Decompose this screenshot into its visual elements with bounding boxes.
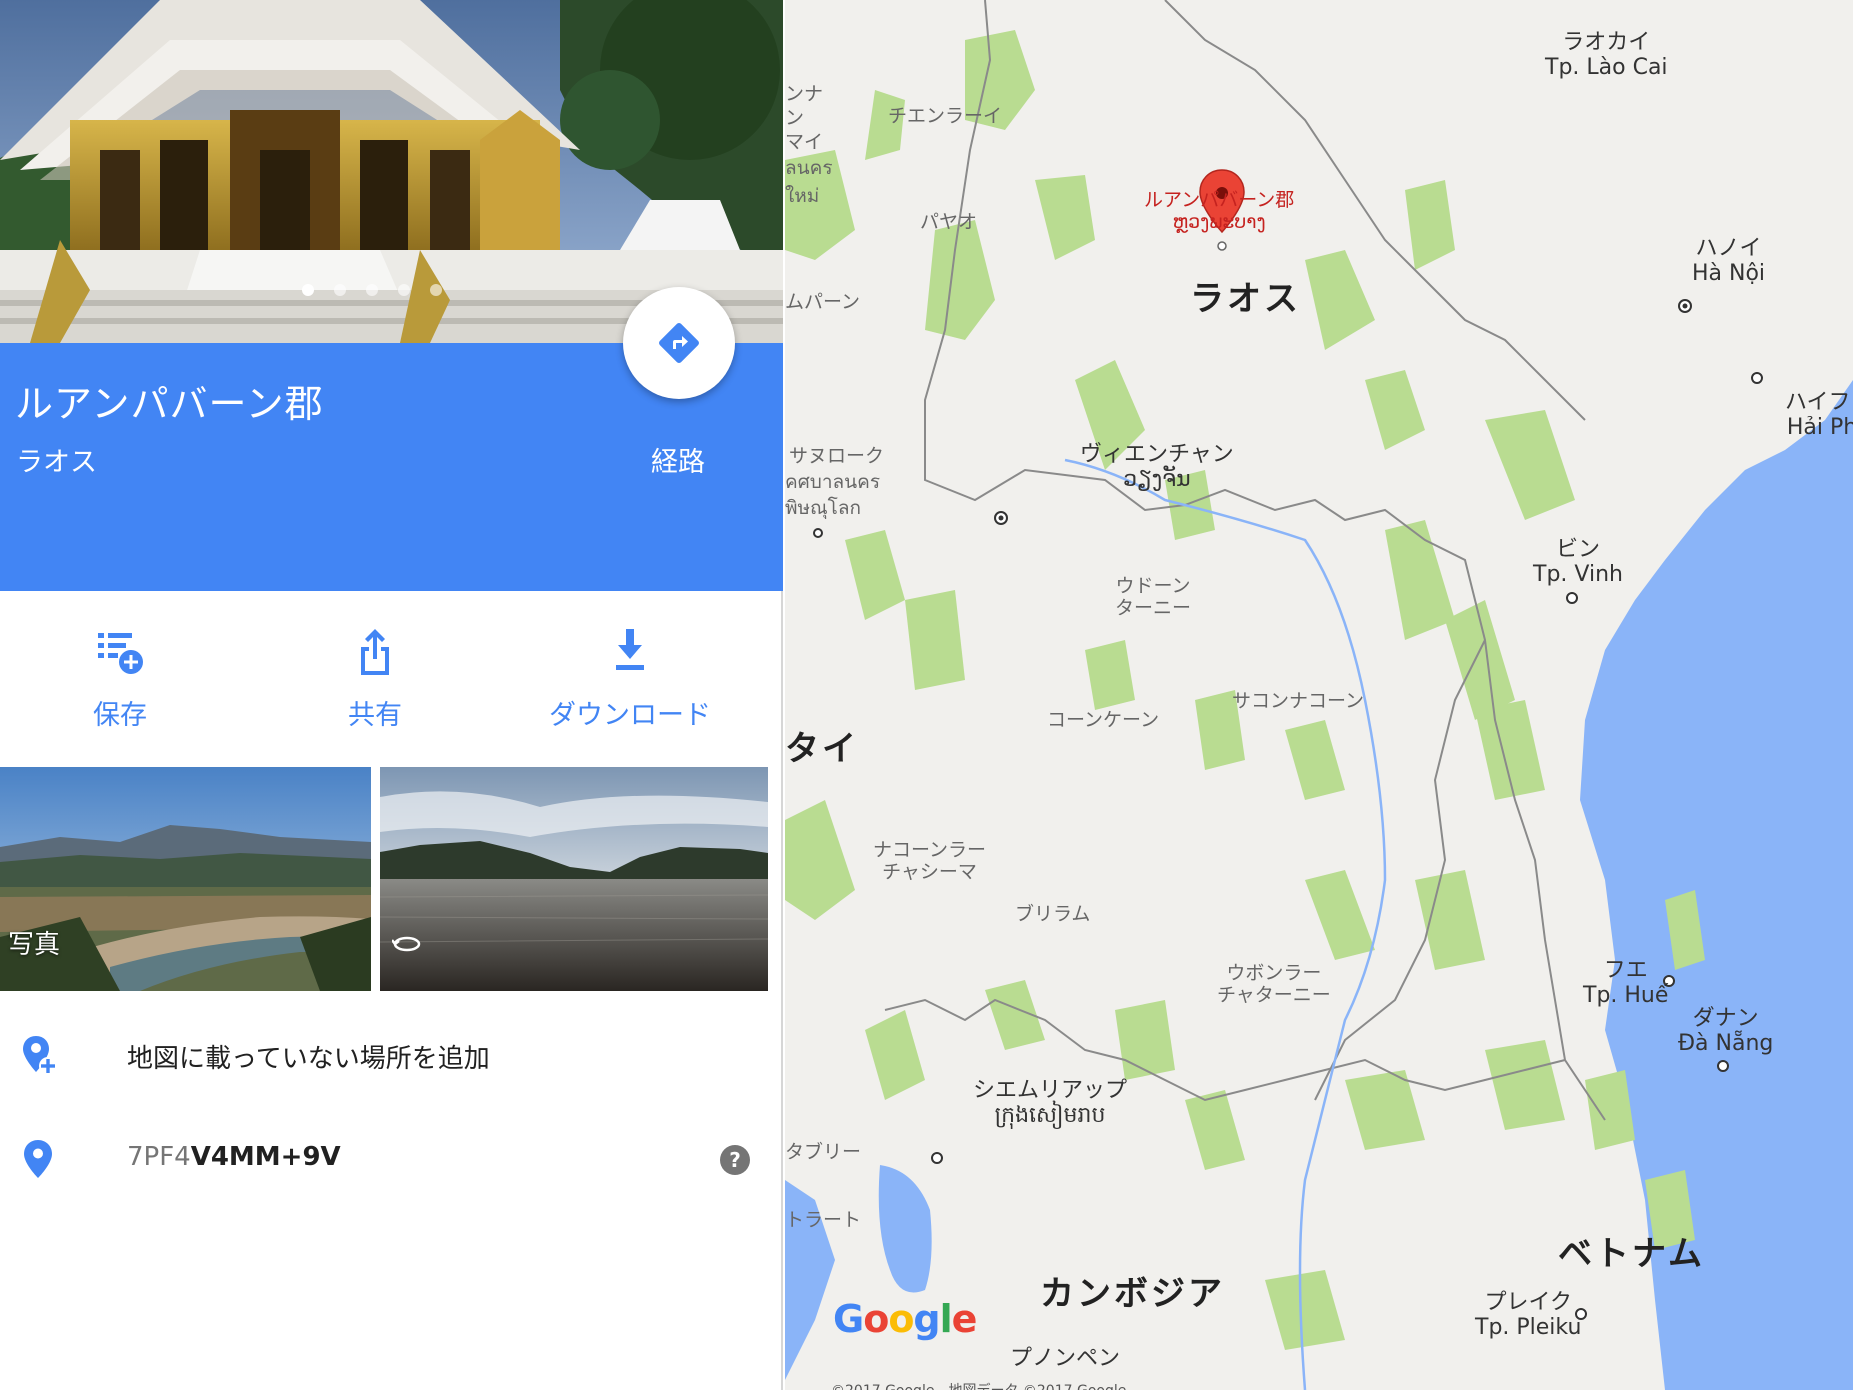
city-vinh-jp: ビン bbox=[1555, 537, 1600, 562]
city-vientiane: ヴィエンチャン ວຽງຈັນ bbox=[1080, 442, 1234, 493]
city-hanoi-jp: ハノイ bbox=[1695, 236, 1762, 261]
directions-icon bbox=[659, 323, 699, 363]
place-subtitle: ラオス bbox=[16, 447, 97, 478]
save-label: 保存 bbox=[93, 700, 147, 731]
city-laocai-vn: Tp. Lào Cai bbox=[1545, 55, 1668, 81]
map-copyright[interactable]: ©2017 Google、地図データ ©2017 Google bbox=[831, 1380, 1126, 1390]
city-laocai-jp: ラオカイ bbox=[1562, 30, 1651, 55]
country-thailand: タイ bbox=[785, 729, 859, 769]
city-vinh: ビン Tp. Vinh bbox=[1533, 537, 1623, 588]
city-danang: ダナン Đà Nẵng bbox=[1678, 1006, 1773, 1057]
city-hue-vn: Tp. Huế bbox=[1583, 983, 1669, 1009]
photo-pagination bbox=[302, 284, 442, 296]
help-icon[interactable]: ? bbox=[720, 1145, 750, 1175]
label-trat: トラート bbox=[785, 1209, 862, 1231]
city-phnompenh: プノンペン bbox=[1010, 1346, 1121, 1371]
city-pleiku-vn: Tp. Pleiku bbox=[1475, 1315, 1582, 1341]
city-vientiane-local: ວຽງຈັນ bbox=[1123, 467, 1191, 493]
pagination-dot[interactable] bbox=[334, 284, 346, 296]
download-icon bbox=[616, 629, 644, 670]
city-siemreap: シエムリアップ ក្រុងសៀមរាប bbox=[973, 1078, 1127, 1129]
city-vientiane-jp: ヴィエンチャン bbox=[1080, 442, 1234, 467]
place-title: ルアンパバーン郡 bbox=[15, 382, 324, 426]
label-sakon: サコンナコーン bbox=[1232, 690, 1365, 712]
google-maps-app: ルアンパバーン郡 ラオス 経路 保存 共有 ダウンロード 写真 地図に載っていな… bbox=[0, 0, 1853, 1390]
label-korat: ナコーンラー チャシーマ bbox=[873, 839, 987, 883]
country-vietnam: ベトナム bbox=[1558, 1234, 1705, 1274]
label-nan-3: マイ bbox=[785, 131, 824, 153]
plus-code-main: V4MM+9V bbox=[190, 1142, 341, 1172]
city-haiphong-jp: ハイフォ bbox=[1785, 390, 1853, 415]
share-button[interactable]: 共有 bbox=[255, 591, 495, 756]
google-logo: Google bbox=[833, 1297, 977, 1341]
label-payao: パヤオ bbox=[920, 211, 978, 233]
pagination-dot[interactable] bbox=[366, 284, 378, 296]
directions-button[interactable] bbox=[623, 287, 735, 399]
add-place-text: 地図に載っていない場所を追加 bbox=[127, 1044, 490, 1074]
download-label: ダウンロード bbox=[549, 700, 711, 731]
city-hue: フエ Tp. Huế bbox=[1583, 958, 1668, 1009]
city-haiphong: ハイフォHải Phò bbox=[1785, 390, 1853, 441]
download-button[interactable]: ダウンロード bbox=[510, 591, 750, 756]
country-laos: ラオス bbox=[1190, 279, 1301, 319]
photos-thumbnail[interactable]: 写真 bbox=[0, 767, 371, 991]
label-taburi: タブリー bbox=[785, 1141, 862, 1163]
city-laocai: ラオカイ Tp. Lào Cai bbox=[1545, 30, 1668, 81]
label-nan-4: ลนคร bbox=[785, 157, 833, 179]
save-to-list-icon bbox=[98, 633, 143, 674]
add-place-icon bbox=[23, 1036, 57, 1075]
map-canvas[interactable]: ルアンパバーン郡 ຫຼວງພະບາງ ラオス タイ カンボジア ベトナム ラオカイ… bbox=[785, 0, 1853, 1390]
street-view-thumbnail[interactable] bbox=[380, 767, 768, 991]
city-pleiku-jp: プレイク bbox=[1484, 1290, 1572, 1315]
pin-label-local: ຫຼວງພະບາງ bbox=[1172, 210, 1266, 233]
pin-label: ルアンパバーン郡 ຫຼວງພະບາງ bbox=[1144, 189, 1295, 234]
label-khonkaen: コーンケーン bbox=[1047, 709, 1160, 731]
label-nan-1: ンナ bbox=[785, 83, 824, 105]
directions-label[interactable]: 経路 bbox=[651, 440, 705, 479]
city-danang-jp: ダナン bbox=[1692, 1006, 1759, 1031]
country-cambodia: カンボジア bbox=[1040, 1274, 1225, 1314]
label-thai-2: พิษณุโลก bbox=[785, 497, 862, 519]
city-danang-vn: Đà Nẵng bbox=[1678, 1031, 1774, 1057]
pagination-dot[interactable] bbox=[398, 284, 410, 296]
photos-label: 写真 bbox=[8, 930, 61, 960]
city-haiphong-vn: Hải Phò bbox=[1786, 415, 1853, 441]
river-photo bbox=[380, 767, 768, 991]
share-label: 共有 bbox=[348, 700, 402, 731]
label-ubon: ウボンラー チャターニー bbox=[1217, 962, 1331, 1006]
city-hanoi-vn: Hà Nội bbox=[1692, 261, 1766, 287]
plus-code: 7PF4V4MM+9V bbox=[127, 1142, 341, 1172]
plus-code-prefix: 7PF4 bbox=[127, 1142, 191, 1172]
share-icon bbox=[361, 629, 389, 675]
pagination-dot[interactable] bbox=[430, 284, 442, 296]
label-lampang: ムパーン bbox=[785, 291, 861, 313]
photo-strip: 写真 bbox=[0, 767, 783, 991]
city-siemreap-local: ក្រុងសៀមរាប bbox=[994, 1103, 1106, 1129]
360-view-icon bbox=[392, 936, 421, 952]
label-nan-2: ン bbox=[785, 107, 805, 129]
city-hue-jp: フエ bbox=[1603, 958, 1648, 983]
plus-code-row[interactable]: 7PF4V4MM+9V ? bbox=[0, 1120, 783, 1200]
label-sanuloke: サヌローク bbox=[789, 445, 885, 467]
pagination-dot[interactable] bbox=[302, 284, 314, 296]
label-nan-5: ใหม่ bbox=[785, 185, 820, 207]
save-button[interactable]: 保存 bbox=[0, 591, 240, 756]
label-udon: ウドーン ターニー bbox=[1115, 575, 1192, 619]
place-panel: ルアンパバーン郡 ラオス 経路 保存 共有 ダウンロード 写真 地図に載っていな… bbox=[0, 0, 783, 1390]
city-siemreap-jp: シエムリアップ bbox=[973, 1078, 1128, 1103]
pin-label-jp: ルアンパバーン郡 bbox=[1144, 189, 1295, 211]
city-pleiku: プレイク Tp. Pleiku bbox=[1475, 1290, 1581, 1341]
city-vinh-vn: Tp. Vinh bbox=[1533, 562, 1623, 588]
action-bar: 保存 共有 ダウンロード bbox=[0, 591, 783, 756]
label-buriram: ブリラム bbox=[1015, 903, 1091, 925]
label-chiangrai: チエンラーイ bbox=[888, 105, 1003, 127]
location-pin-icon bbox=[24, 1140, 52, 1178]
add-missing-place-row[interactable]: 地図に載っていない場所を追加 bbox=[0, 1016, 783, 1096]
city-hanoi: ハノイ Hà Nội bbox=[1692, 236, 1765, 287]
label-thai-1: คศบาลนคร bbox=[785, 471, 881, 493]
